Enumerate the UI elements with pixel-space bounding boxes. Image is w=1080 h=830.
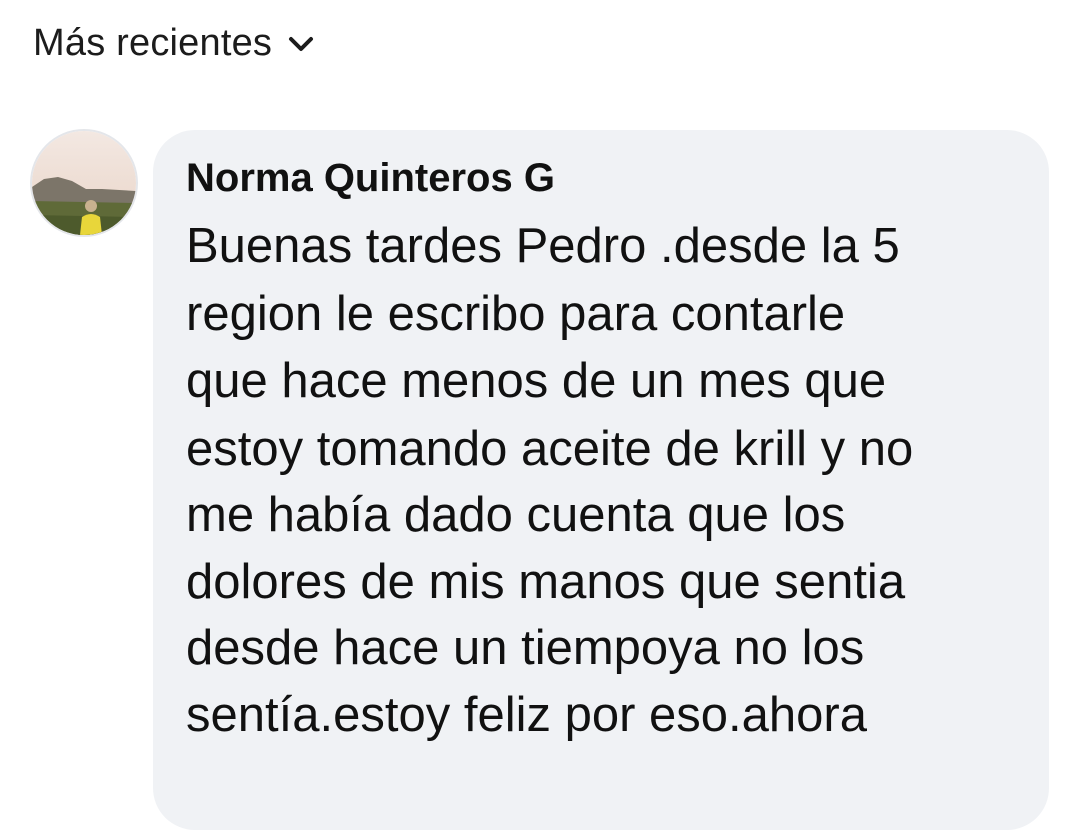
sort-dropdown[interactable]: Más recientes <box>33 18 316 68</box>
chevron-down-icon <box>286 29 316 59</box>
avatar[interactable] <box>32 131 136 235</box>
comment-text-line: Buenas tardes Pedro .desde la 5 <box>186 219 900 273</box>
comment-text-line: dolores de mis manos que sentia <box>186 555 906 609</box>
comment-text-line: sentía.estoy feliz por eso.ahora <box>186 688 867 742</box>
sort-label: Más recientes <box>33 22 273 64</box>
profile-photo <box>32 131 136 235</box>
comment-author[interactable]: Norma Quinteros G <box>186 150 555 206</box>
comment-text-line: region le escribo para contarle <box>186 287 846 341</box>
comment-text-line: estoy tomando aceite de krill y no <box>186 422 914 476</box>
comment-text-line: que hace menos de un mes que <box>186 354 887 408</box>
comment-text-line: me había dado cuenta que los <box>186 488 846 542</box>
comment-text-line: desde hace un tiempoya no los <box>186 621 865 675</box>
